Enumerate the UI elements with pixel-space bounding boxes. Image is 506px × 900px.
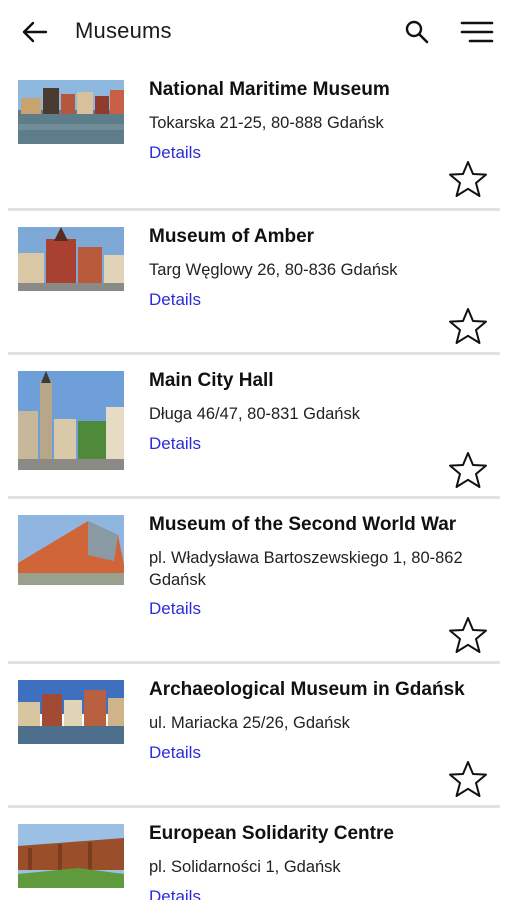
- museum-list: National Maritime Museum Tokarska 21-25,…: [0, 64, 506, 900]
- museum-name: National Maritime Museum: [149, 79, 390, 100]
- favorite-star-icon[interactable]: [448, 159, 488, 199]
- museum-address: Targ Węglowy 26, 80-836 Gdańsk: [149, 261, 398, 279]
- details-link[interactable]: Details: [149, 143, 201, 163]
- details-link[interactable]: Details: [149, 743, 201, 763]
- list-item: Museum of the Second World War pl. Włady…: [8, 499, 500, 664]
- favorite-star-icon[interactable]: [448, 450, 488, 490]
- museum-thumbnail[interactable]: [18, 824, 124, 888]
- museum-name: Museum of Amber: [149, 226, 315, 247]
- details-link[interactable]: Details: [149, 434, 201, 454]
- museum-address: pl. Solidarności 1, Gdańsk: [149, 858, 341, 876]
- favorite-star-icon[interactable]: [448, 615, 488, 655]
- museum-name: European Solidarity Centre: [149, 823, 394, 844]
- list-item: Main City Hall Długa 46/47, 80-831 Gdańs…: [8, 355, 500, 499]
- details-link[interactable]: Details: [149, 887, 201, 900]
- museum-name: Museum of the Second World War: [149, 514, 457, 535]
- details-link[interactable]: Details: [149, 290, 201, 310]
- museum-thumbnail[interactable]: [18, 680, 124, 744]
- list-item: National Maritime Museum Tokarska 21-25,…: [8, 64, 500, 211]
- menu-icon[interactable]: [460, 20, 494, 44]
- list-item: Museum of Amber Targ Węglowy 26, 80-836 …: [8, 211, 500, 355]
- museum-thumbnail[interactable]: [18, 515, 124, 585]
- search-icon[interactable]: [403, 18, 431, 46]
- museum-thumbnail[interactable]: [18, 227, 124, 291]
- museum-address: Długa 46/47, 80-831 Gdańsk: [149, 405, 360, 423]
- favorite-star-icon[interactable]: [448, 306, 488, 346]
- back-arrow-icon[interactable]: [20, 18, 50, 46]
- favorite-star-icon[interactable]: [448, 759, 488, 799]
- museum-address: ul. Mariacka 25/26, Gdańsk: [149, 714, 350, 732]
- list-item: European Solidarity Centre pl. Solidarno…: [8, 808, 500, 900]
- museum-address: Tokarska 21-25, 80-888 Gdańsk: [149, 114, 384, 132]
- museum-thumbnail[interactable]: [18, 371, 124, 470]
- museum-address: pl. Władysława Bartoszewskiego 1, 80-862…: [149, 549, 463, 589]
- page-title: Museums: [75, 18, 172, 43]
- details-link[interactable]: Details: [149, 599, 201, 619]
- museum-thumbnail[interactable]: [18, 80, 124, 144]
- museum-name: Main City Hall: [149, 370, 274, 391]
- museum-name: Archaeological Museum in Gdańsk: [149, 679, 465, 700]
- app-bar: Museums: [0, 0, 506, 64]
- list-item: Archaeological Museum in Gdańsk ul. Mari…: [8, 664, 500, 808]
